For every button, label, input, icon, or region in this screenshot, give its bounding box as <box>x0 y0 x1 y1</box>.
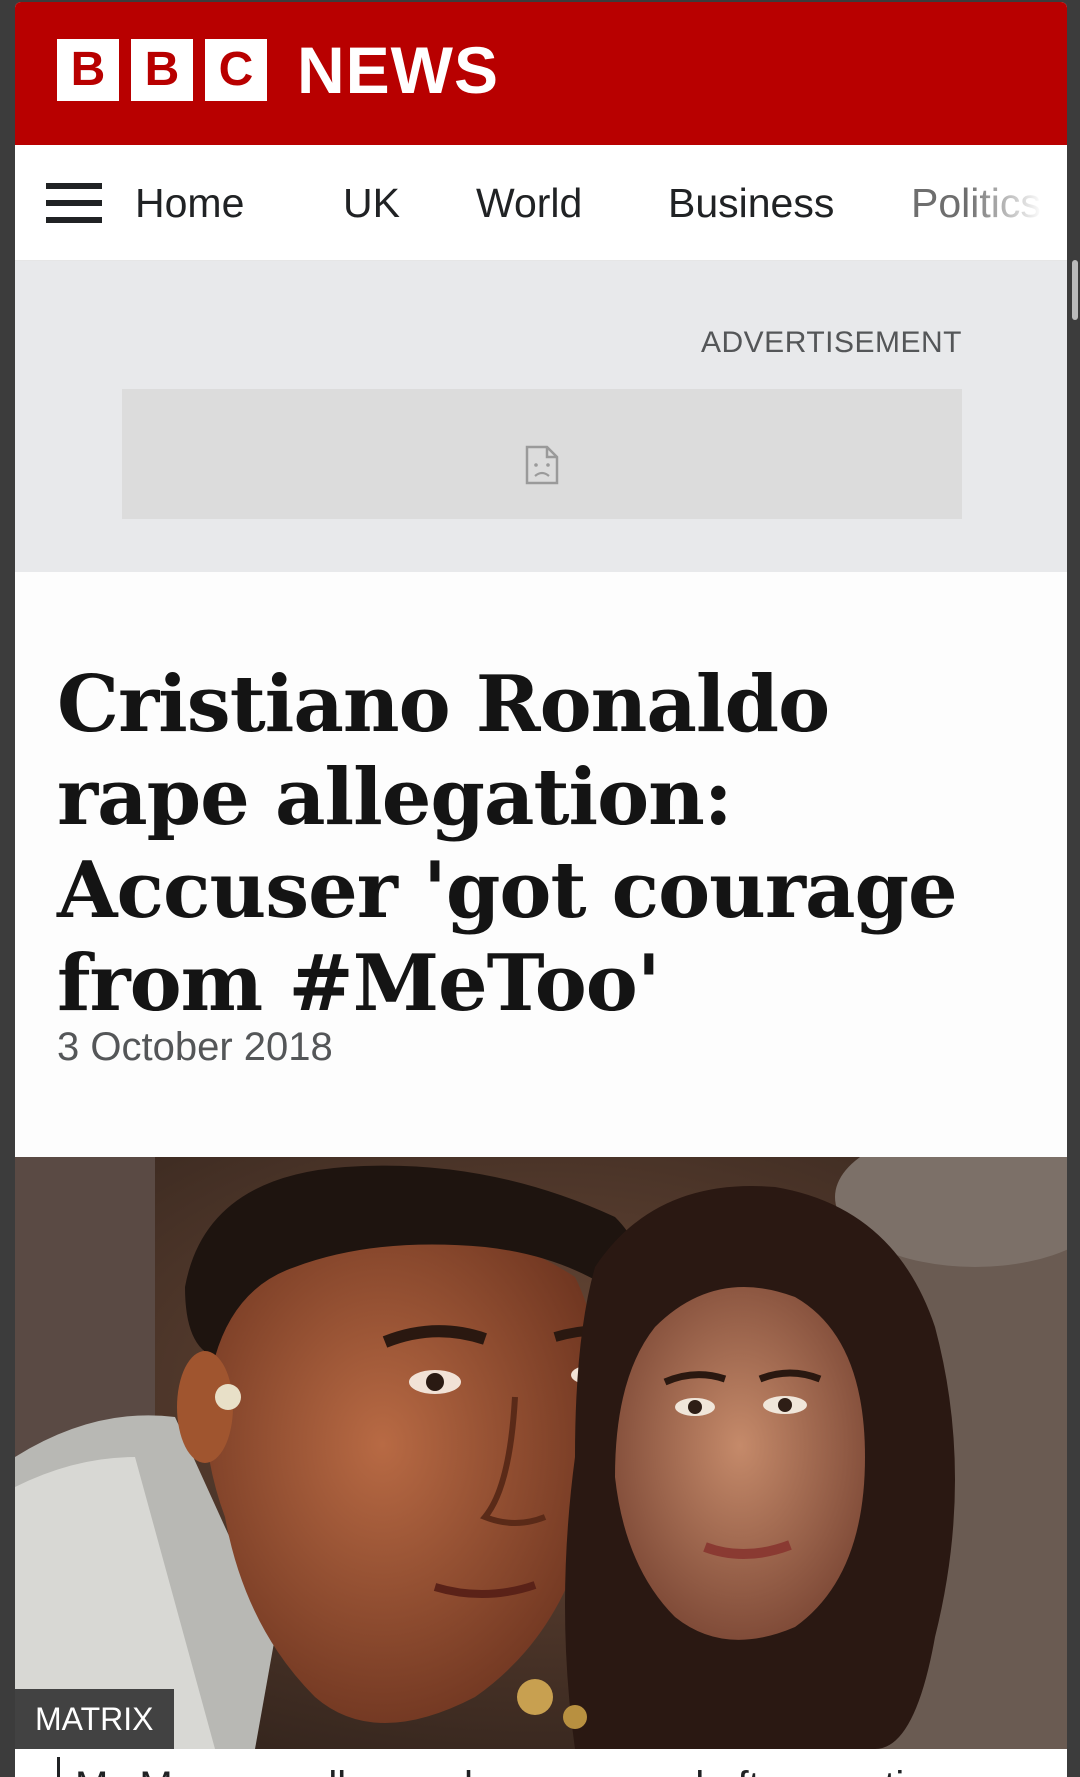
article-header: Cristiano Ronaldo rape allegation: Accus… <box>15 572 1067 1157</box>
logo-block-b1: B <box>57 39 119 101</box>
nav-overflow-fade <box>967 145 1067 260</box>
news-wordmark[interactable]: NEWS <box>297 30 499 110</box>
advertisement-region: ADVERTISEMENT <box>15 261 1067 572</box>
masthead: B B C NEWS <box>15 2 1067 145</box>
main-navigation: Home UK World Business Politics <box>15 145 1067 261</box>
bbc-news-page: B B C NEWS Home UK World Business Politi… <box>15 2 1067 1777</box>
article-date: 3 October 2018 <box>57 1025 333 1069</box>
bbc-logo[interactable]: B B C <box>57 39 267 101</box>
logo-block-c: C <box>205 39 267 101</box>
nav-item-uk[interactable]: UK <box>343 175 400 231</box>
image-caption: Ms Mayorga alleges she was raped after m… <box>15 1749 1067 1777</box>
caption-text: Ms Mayorga alleges she was raped after m… <box>75 1761 949 1777</box>
browser-viewport: B B C NEWS Home UK World Business Politi… <box>0 0 1080 1777</box>
hamburger-menu-icon[interactable] <box>46 183 102 223</box>
logo-block-b2: B <box>131 39 193 101</box>
nav-item-world[interactable]: World <box>476 175 582 231</box>
image-credit: MATRIX <box>15 1689 174 1749</box>
caption-divider <box>57 1757 60 1777</box>
page-scrollbar[interactable] <box>1072 260 1078 320</box>
article-photo-illustration <box>15 1157 1067 1749</box>
nav-item-business[interactable]: Business <box>668 175 834 231</box>
nav-item-home[interactable]: Home <box>135 175 244 231</box>
advertisement-label: ADVERTISEMENT <box>701 326 962 359</box>
broken-image-icon <box>525 445 559 485</box>
article-photo[interactable]: MATRIX <box>15 1157 1067 1749</box>
article-headline: Cristiano Ronaldo rape allegation: Accus… <box>57 659 958 1029</box>
advertisement-slot[interactable] <box>122 389 962 519</box>
